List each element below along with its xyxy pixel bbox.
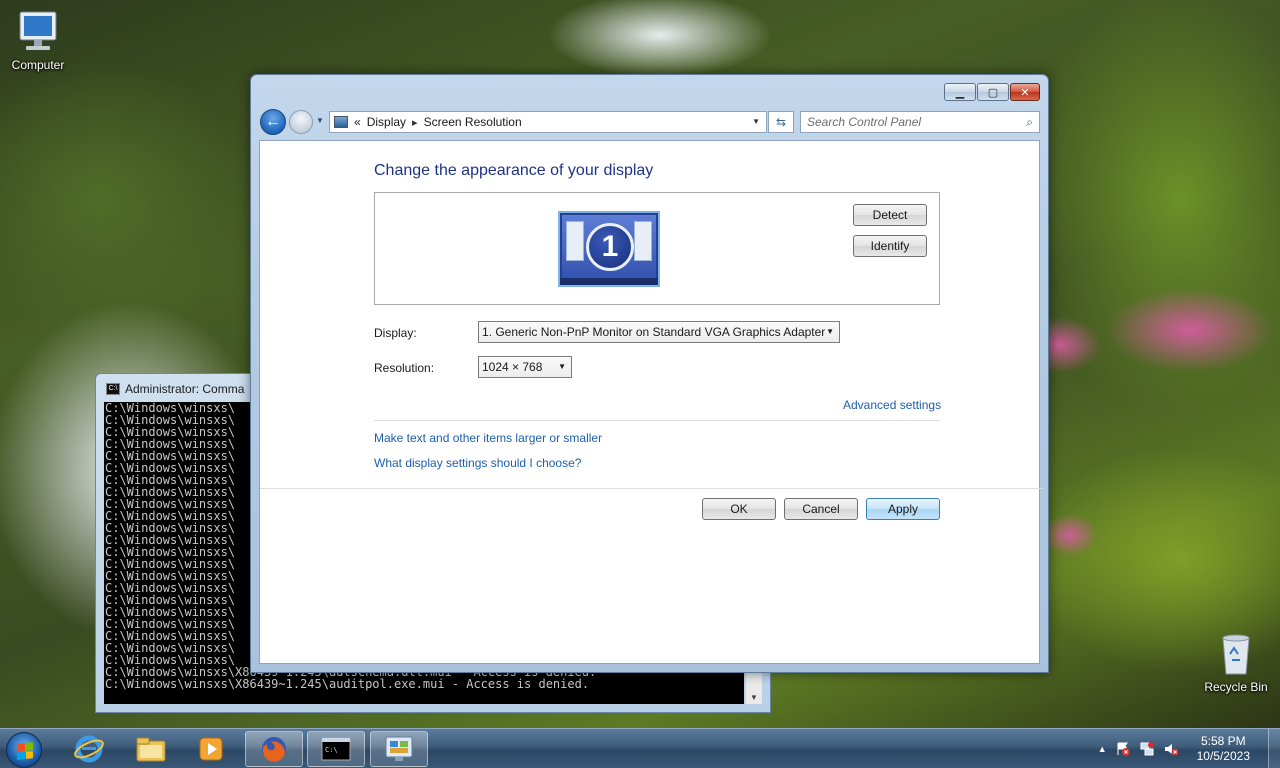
search-input[interactable]: Search Control Panel ⌕ (800, 111, 1040, 133)
ok-button[interactable]: OK (702, 498, 776, 520)
desktop-icon-computer[interactable]: Computer (0, 10, 76, 72)
close-icon: ✕ (1020, 86, 1030, 99)
network-icon[interactable] (1139, 741, 1155, 757)
monitor-window-left (566, 221, 584, 261)
taskbar-clock[interactable]: 5:58 PM 10/5/2023 (1197, 734, 1250, 764)
resolution-label: Resolution: (374, 361, 435, 375)
breadcrumb-screen-resolution[interactable]: Screen Resolution (424, 115, 522, 129)
control-panel-icon (385, 736, 413, 761)
volume-muted-icon[interactable] (1163, 741, 1179, 757)
resolution-select-value: 1024 × 768 (482, 360, 543, 374)
caption-buttons: ▁ ▢ ✕ (944, 83, 1040, 101)
taskbar-media-player[interactable] (182, 731, 240, 767)
minimize-button[interactable]: ▁ (944, 83, 976, 101)
chevron-down-icon: ▼ (826, 327, 834, 336)
advanced-settings-link[interactable]: Advanced settings (843, 398, 941, 412)
taskbar-command-prompt[interactable]: C:\ (307, 731, 365, 767)
search-placeholder: Search Control Panel (807, 115, 922, 129)
computer-icon (19, 11, 57, 50)
monitor-number: 1 (586, 223, 634, 271)
svg-text:C:\: C:\ (325, 746, 338, 754)
back-button[interactable]: ← (260, 109, 286, 135)
taskbar-firefox[interactable] (245, 731, 303, 767)
console-line: C:\Windows\winsxs\X86439~1.245\auditpol.… (105, 677, 590, 691)
screen-resolution-window[interactable]: ▁ ▢ ✕ ← ▼ « Display ▸ Screen Resolution … (250, 74, 1049, 673)
cmd-titlebar[interactable]: C:\ Administrator: Comma (106, 382, 244, 396)
detect-button[interactable]: Detect (853, 204, 927, 226)
taskbar: C:\ ▲ 5:58 PM 10/5/2023 (0, 728, 1280, 768)
refresh-icon: ⇆ (775, 115, 787, 129)
identify-button[interactable]: Identify (853, 235, 927, 257)
page-title: Change the appearance of your display (374, 162, 654, 179)
address-bar[interactable]: « Display ▸ Screen Resolution ▼ (329, 111, 767, 133)
text-size-link[interactable]: Make text and other items larger or smal… (374, 431, 602, 445)
clock-time: 5:58 PM (1200, 734, 1246, 748)
windows-logo-icon (17, 742, 33, 760)
taskbar-windows-explorer[interactable] (122, 731, 180, 767)
start-button[interactable] (6, 732, 42, 768)
display-label: Display: (374, 326, 417, 340)
media-player-icon (199, 737, 223, 761)
internet-explorer-icon (74, 735, 104, 763)
divider (260, 488, 1043, 489)
show-hidden-icons-icon[interactable]: ▲ (1098, 744, 1107, 754)
scroll-down-icon[interactable]: ▼ (750, 693, 758, 702)
maximize-icon: ▢ (987, 86, 999, 99)
refresh-button[interactable]: ⇆ (768, 111, 794, 133)
taskbar-control-panel[interactable] (370, 731, 428, 767)
maximize-button[interactable]: ▢ (977, 83, 1009, 101)
clock-date: 10/5/2023 (1196, 749, 1250, 763)
command-prompt-icon: C:\ (321, 737, 351, 761)
address-dropdown-icon[interactable]: ▼ (752, 117, 760, 126)
breadcrumb-display[interactable]: Display (367, 115, 406, 129)
taskbar-internet-explorer[interactable] (60, 731, 118, 767)
desktop-icon-label: Recycle Bin (1204, 680, 1268, 694)
system-tray: ▲ 5:58 PM 10/5/2023 (1098, 729, 1272, 768)
display-select[interactable]: 1. Generic Non-PnP Monitor on Standard V… (478, 321, 840, 343)
action-center-icon[interactable] (1115, 741, 1131, 757)
recycle-bin-icon (1222, 634, 1250, 675)
breadcrumb-separator-icon[interactable]: ▸ (412, 116, 418, 129)
minimize-icon: ▁ (955, 86, 965, 99)
chevron-down-icon: ▼ (558, 362, 566, 371)
cancel-button[interactable]: Cancel (784, 498, 858, 520)
apply-button[interactable]: Apply (866, 498, 940, 520)
back-arrow-icon: ← (265, 113, 281, 130)
breadcrumb-overflow[interactable]: « (354, 115, 361, 129)
search-icon[interactable]: ⌕ (1026, 115, 1033, 130)
desktop-icon-label: Computer (11, 58, 65, 72)
divider (374, 420, 940, 421)
show-desktop-button[interactable] (1268, 729, 1280, 768)
monitor-arrangement-area[interactable]: 1 Detect Identify (374, 192, 940, 305)
content-pane: Change the appearance of your display 1 … (259, 140, 1043, 664)
navigation-bar: ← ▼ « Display ▸ Screen Resolution ▼ ⇆ Se… (259, 108, 1040, 136)
close-button[interactable]: ✕ (1010, 83, 1040, 101)
resolution-select[interactable]: 1024 × 768 ▼ (478, 356, 572, 378)
control-panel-icon (334, 116, 348, 128)
cmd-title: Administrator: Comma (125, 382, 245, 396)
monitor-1-icon[interactable]: 1 (558, 211, 660, 287)
firefox-icon (262, 737, 286, 762)
forward-button[interactable] (289, 110, 313, 134)
cmd-icon: C:\ (106, 383, 120, 395)
recent-pages-dropdown-icon[interactable]: ▼ (316, 116, 324, 125)
desktop-icon-recycle-bin[interactable]: Recycle Bin (1198, 632, 1274, 694)
display-select-value: 1. Generic Non-PnP Monitor on Standard V… (482, 325, 826, 339)
monitor-window-right (634, 221, 652, 261)
folder-icon (136, 737, 166, 762)
display-help-link[interactable]: What display settings should I choose? (374, 456, 581, 470)
monitor-taskbar (560, 278, 658, 285)
